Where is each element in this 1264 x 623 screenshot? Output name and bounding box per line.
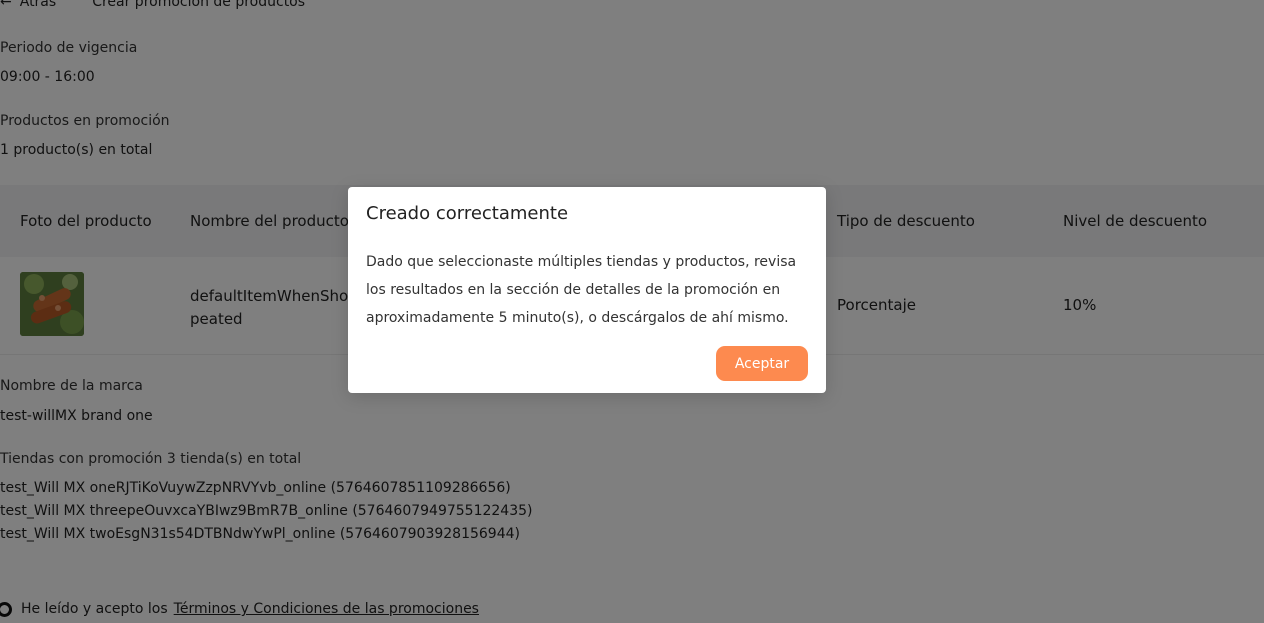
dialog-message-line: los resultados en la sección de detalles…	[366, 282, 781, 298]
dialog-message-line: aproximadamente 5 minuto(s), o descárgal…	[366, 310, 789, 326]
promotion-page: ← Atrás Crear promoción de productos Per…	[0, 0, 1264, 623]
dialog-title: Creado correctamente	[366, 203, 569, 224]
dialog-message-line: Dado que seleccionaste múltiples tiendas…	[366, 254, 797, 270]
success-dialog: Creado correctamente Dado que selecciona…	[348, 187, 826, 393]
accept-button[interactable]: Aceptar	[716, 346, 808, 381]
dialog-message: Dado que seleccionaste múltiples tiendas…	[366, 248, 810, 332]
